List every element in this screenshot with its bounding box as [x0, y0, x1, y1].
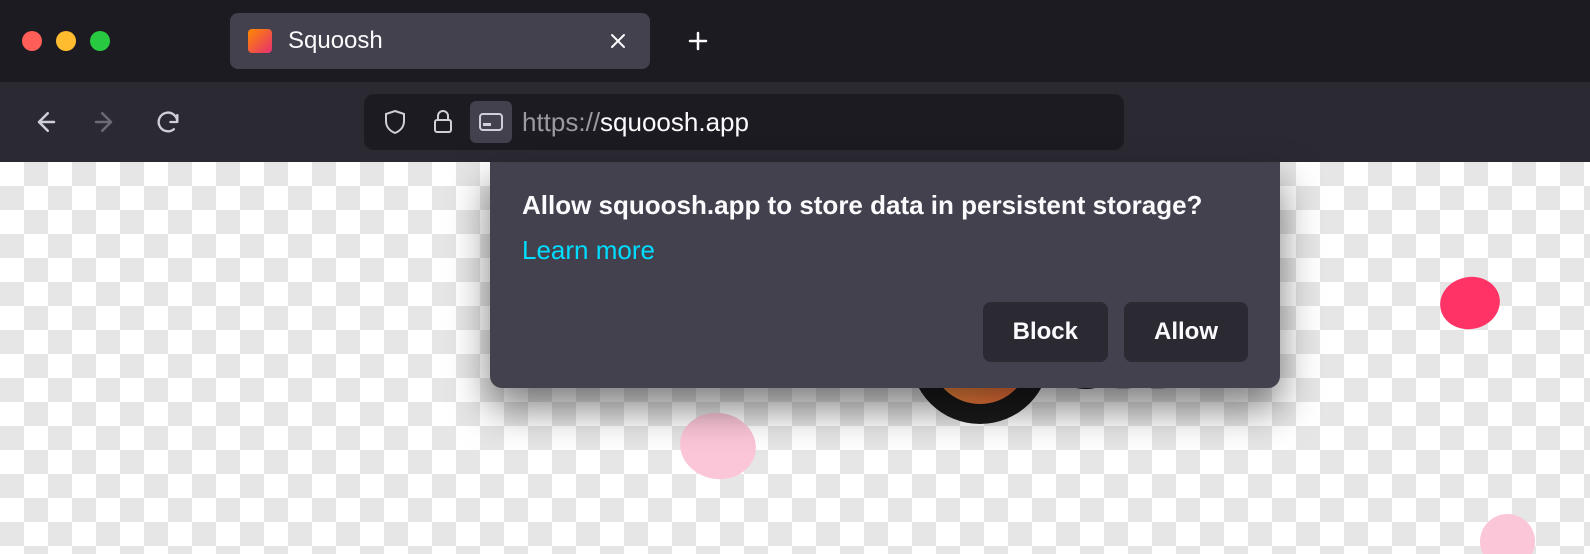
tracking-protection-button[interactable]	[374, 101, 416, 143]
window-controls	[22, 31, 110, 51]
browser-toolbar: https://squoosh.app	[0, 82, 1590, 162]
forward-button[interactable]	[80, 96, 132, 148]
back-button[interactable]	[18, 96, 70, 148]
window-minimize-button[interactable]	[56, 31, 76, 51]
site-security-button[interactable]	[422, 101, 464, 143]
permission-prompt-actions: Block Allow	[522, 302, 1248, 362]
site-permissions-button[interactable]	[470, 101, 512, 143]
permission-prompt-title: Allow squoosh.app to store data in persi…	[522, 190, 1248, 221]
decorative-blob	[675, 407, 761, 485]
permission-prompt: Allow squoosh.app to store data in persi…	[490, 162, 1280, 388]
url-text: https://squoosh.app	[522, 107, 749, 138]
browser-tab-bar: Squoosh	[0, 0, 1590, 82]
url-protocol: https://	[522, 107, 600, 137]
block-button[interactable]: Block	[983, 302, 1108, 362]
url-domain: squoosh.app	[600, 107, 749, 137]
reload-icon	[154, 108, 182, 136]
learn-more-link[interactable]: Learn more	[522, 235, 655, 266]
browser-tab[interactable]: Squoosh	[230, 13, 650, 69]
permissions-icon	[478, 112, 504, 132]
decorative-blob	[1435, 271, 1505, 334]
reload-button[interactable]	[142, 96, 194, 148]
shield-icon	[383, 109, 407, 135]
lock-icon	[432, 109, 454, 135]
tab-title: Squoosh	[288, 27, 588, 55]
plus-icon	[686, 29, 710, 53]
arrow-left-icon	[29, 107, 59, 137]
window-fullscreen-button[interactable]	[90, 31, 110, 51]
new-tab-button[interactable]	[678, 21, 718, 61]
allow-button[interactable]: Allow	[1124, 302, 1248, 362]
window-close-button[interactable]	[22, 31, 42, 51]
decorative-blob	[1480, 514, 1535, 554]
arrow-right-icon	[91, 107, 121, 137]
address-bar[interactable]: https://squoosh.app	[364, 94, 1124, 150]
tab-favicon	[248, 29, 272, 53]
close-icon	[608, 31, 628, 51]
tab-close-button[interactable]	[604, 27, 632, 55]
